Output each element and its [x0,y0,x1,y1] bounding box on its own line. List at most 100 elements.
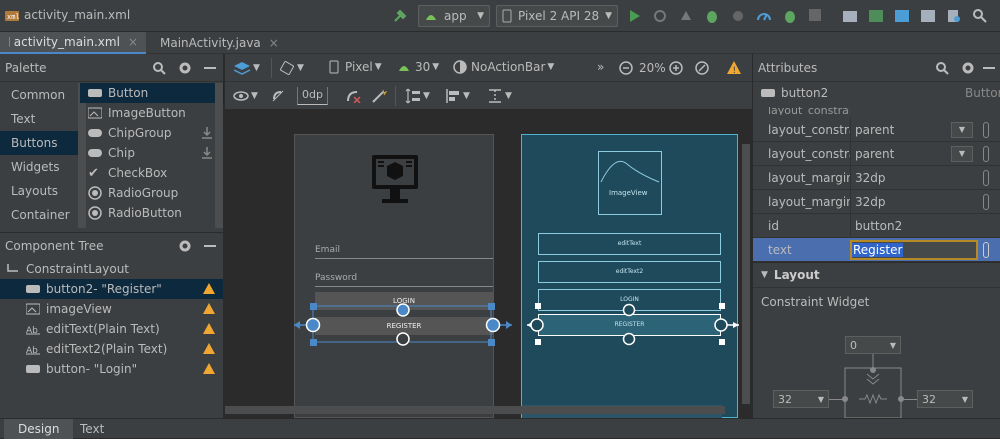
canvas-horizontal-scrollbar[interactable] [225,406,725,414]
attribute-value[interactable]: button2 [850,213,1000,238]
gear-icon[interactable] [178,61,192,75]
gear-icon[interactable] [178,239,192,253]
text-attribute-input[interactable]: Register [850,240,978,260]
tree-item-imageview[interactable]: imageView [0,299,223,319]
guidelines-dropdown[interactable]: ▼ [487,88,512,104]
api-level-dropdown[interactable]: 30 ▼ [397,60,439,74]
palette-category-buttons[interactable]: Buttons [0,131,78,155]
tab-activity-main-xml[interactable]: activity_main.xml × [0,32,146,54]
tree-item-constraintlayout[interactable]: ConstraintLayout [0,259,223,279]
debug-icon[interactable] [704,8,720,24]
palette-category-layouts[interactable]: Layouts [0,179,78,203]
top-margin-dropdown[interactable]: 0 ▼ [845,336,901,354]
blueprint-edittext[interactable]: editText [538,233,721,255]
tree-item-edittext2[interactable]: Ab editText2(Plain Text) [0,339,223,359]
hammer-build-icon[interactable] [392,8,408,24]
palette-item-imagebutton[interactable]: ImageButton [80,103,224,123]
more-actions-icon[interactable]: » [597,60,604,74]
chevron-down-icon[interactable]: ▼ [951,146,973,162]
palette-item-checkbox[interactable]: ✔ CheckBox [80,163,224,183]
resource-picker-icon[interactable] [983,242,989,258]
warning-icon[interactable] [203,283,215,294]
palette-category-widgets[interactable]: Widgets [0,155,78,179]
palette-item-chipgroup[interactable]: ChipGroup [80,123,224,143]
device-preview-dropdown[interactable]: Pixel ▼ [329,60,382,74]
selection-handles[interactable] [294,303,514,353]
minimize-icon[interactable] [983,67,995,69]
tab-main-activity-java[interactable]: C MainActivity.java × [148,32,284,54]
download-icon[interactable] [202,127,212,139]
attach-debugger-icon[interactable] [730,8,746,24]
blueprint-edittext2[interactable]: editText2 [538,261,721,283]
blueprint-selection-handles[interactable] [527,303,747,353]
attribute-row-margin-left[interactable]: layout_marginLe 32dp [753,165,1000,190]
device-file-explorer-icon[interactable] [920,8,936,24]
palette-item-chip[interactable]: Chip [80,143,224,163]
align-dropdown[interactable]: ▼ [445,88,470,104]
chevron-down-icon[interactable]: ▼ [951,122,973,138]
gear-icon[interactable] [961,61,975,75]
palette-item-button[interactable]: Button [80,83,224,103]
close-icon[interactable]: × [269,36,279,50]
default-margin-field[interactable]: 0dp [297,87,328,105]
search-icon[interactable] [972,8,988,24]
warning-icon[interactable] [203,303,215,314]
layout-inspector-icon[interactable] [946,8,962,24]
apply-code-changes-icon[interactable] [678,8,694,24]
search-icon[interactable] [152,61,166,75]
apply-changes-icon[interactable] [652,8,668,24]
tab-text[interactable]: Text [70,419,114,439]
orientation-dropdown[interactable]: ▼ [279,60,304,76]
canvas-vertical-scrollbar[interactable] [742,144,750,404]
right-margin-dropdown[interactable]: 32 ▼ [917,390,973,408]
design-preview[interactable]: Email Password LOGIN REGISTER [294,134,494,418]
palette-item-radiogroup[interactable]: RadioGroup [80,183,224,203]
palette-item-radiobutton[interactable]: RadioButton [80,203,224,223]
layout-section-header[interactable]: ▼ Layout [753,262,1000,288]
warning-icon[interactable]: ! [727,61,741,74]
debug-attach-icon[interactable] [782,8,798,24]
minimize-icon[interactable] [204,67,216,69]
autoconnect-icon[interactable] [271,89,285,103]
attribute-row-constraint-1[interactable]: layout_constrai parent ▼ [753,117,1000,142]
zoom-to-fit-icon[interactable] [695,61,709,75]
sdk-manager-icon[interactable] [894,8,910,24]
attribute-value[interactable]: 32dp [850,165,1000,190]
blueprint-imageview[interactable]: ImageView [598,151,662,215]
tree-item-button[interactable]: button- "Login" [0,359,223,379]
attribute-row-margin-right[interactable]: layout_marginR 32dp [753,189,1000,214]
attribute-value[interactable]: parent [850,141,1000,166]
run-config-dropdown[interactable]: app ▼ [418,5,490,27]
palette-category-common[interactable]: Common [0,83,78,107]
tree-item-edittext[interactable]: Ab editText(Plain Text) [0,319,223,339]
design-surface-dropdown[interactable]: ▼ [233,60,260,76]
close-icon[interactable]: × [128,35,138,49]
resource-picker-icon[interactable] [983,170,989,186]
view-options-dropdown[interactable]: ▼ [233,89,258,103]
palette-scrollbar[interactable] [215,83,223,228]
tab-design[interactable]: Design [4,419,74,439]
attribute-value[interactable]: 32dp [850,189,1000,214]
attribute-value[interactable]: parent [850,117,1000,142]
pack-dropdown[interactable]: ▼ [405,88,430,104]
attribute-row-constraint-2[interactable]: layout_constrai parent ▼ [753,141,1000,166]
resource-picker-icon[interactable] [983,146,989,162]
avd-manager-icon[interactable] [868,8,884,24]
blueprint-view[interactable]: ImageView editText editText2 LOGIN REGIS… [521,134,738,419]
warning-icon[interactable] [203,363,215,374]
run-icon[interactable] [628,8,642,24]
warning-icon[interactable] [203,323,215,334]
file-breadcrumb[interactable]: xml activity_main.xml [4,7,130,23]
infer-constraints-icon[interactable] [371,89,387,103]
clear-constraints-icon[interactable] [345,89,361,103]
zoom-in-icon[interactable] [669,61,683,75]
device-dropdown[interactable]: Pixel 2 API 28 ▼ [496,5,618,27]
palette-category-containers[interactable]: Container [0,203,78,227]
tree-item-button2[interactable]: button2- "Register" [0,279,223,299]
download-icon[interactable] [202,147,212,159]
attribute-row-text[interactable]: text Register [753,238,1000,262]
attribute-row-id[interactable]: id button2 [753,213,1000,238]
warning-icon[interactable] [203,343,215,354]
resource-picker-icon[interactable] [983,122,989,138]
search-icon[interactable] [935,61,949,75]
